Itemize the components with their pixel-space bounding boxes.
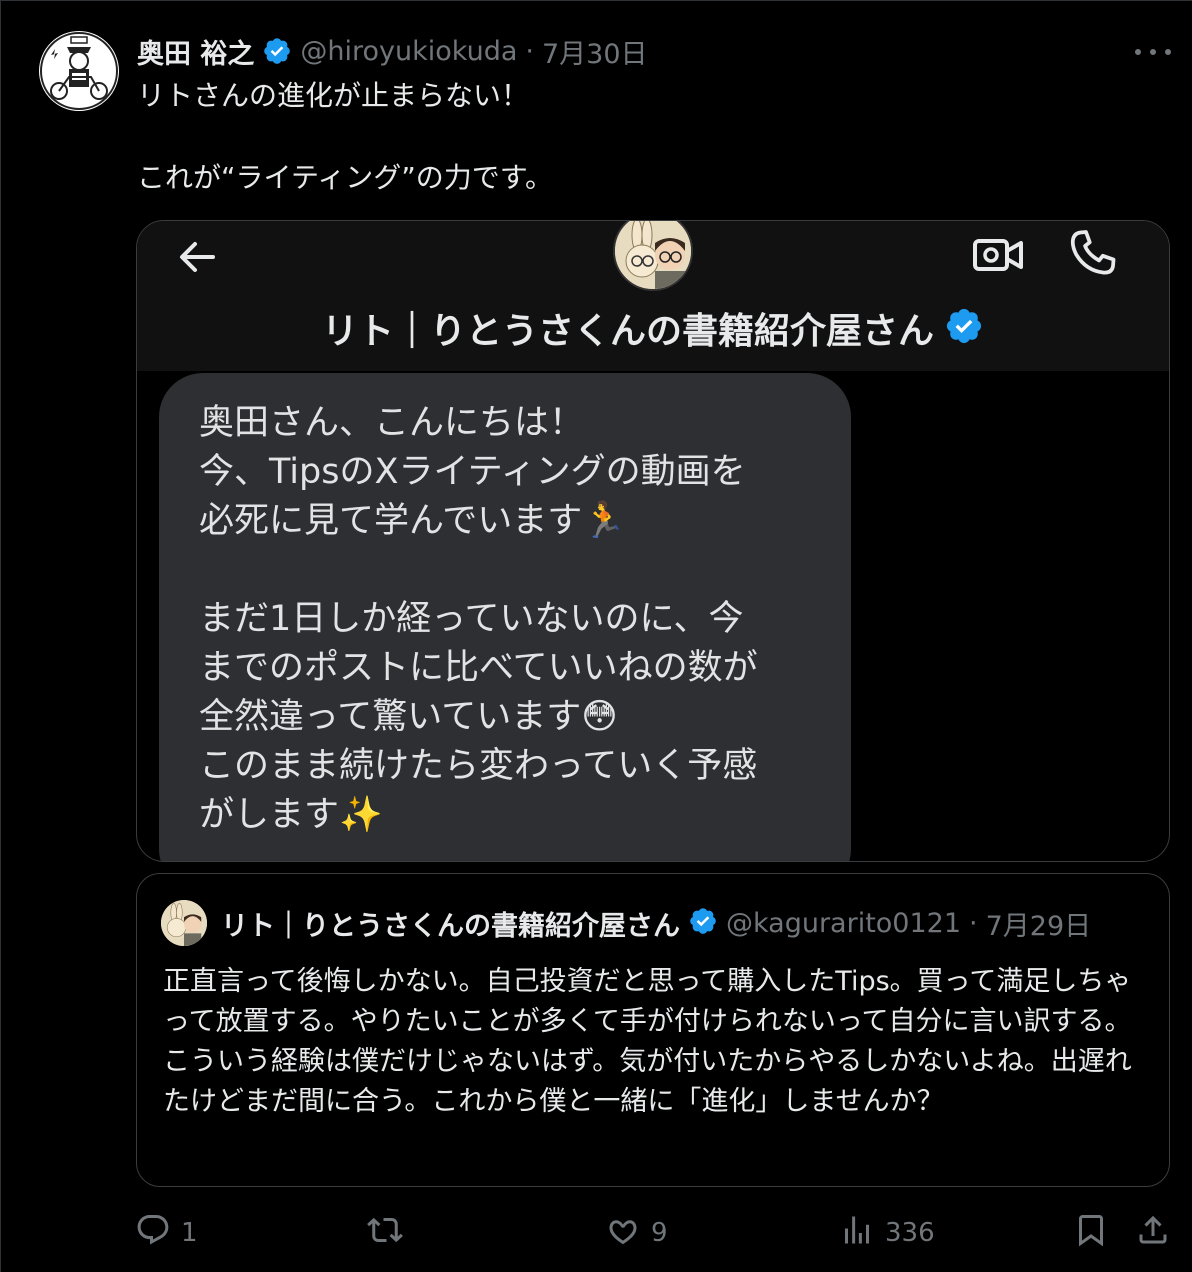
like-icon <box>605 1212 641 1255</box>
quoted-tweet-header: リト｜りとうさくんの書籍紹介屋さん @kagurarito0121 · 7月29… <box>161 900 1091 946</box>
tweet-date[interactable]: 7月30日 <box>542 32 648 71</box>
bookmark-icon <box>1073 1212 1109 1255</box>
action-bar: 1 9 336 <box>1 1207 1192 1259</box>
dm-header: リト｜りとうさくんの書籍紹介屋さん <box>137 221 1169 371</box>
header-separator: · <box>525 35 534 67</box>
bookmark-button[interactable] <box>1073 1207 1109 1259</box>
reply-icon <box>135 1212 171 1255</box>
dm-contact-name: リト｜りとうさくんの書籍紹介屋さん <box>321 311 934 352</box>
quoted-author-avatar <box>161 900 207 946</box>
dm-message-text: 奥田さん、こんにちは！ 今、TipsのXライティングの動画を 必死に見て学んでい… <box>199 403 758 835</box>
dm-contact-avatar <box>613 221 693 291</box>
like-count: 9 <box>651 1218 668 1248</box>
quoted-tweet-text: 正直言って後悔しかない。自己投資だと思って購入したTips。買って満足しちゃって… <box>163 966 1132 1117</box>
tweet-text: リトさんの進化が止まらない！ これが“ライティング”の力です。 <box>137 79 553 194</box>
quoted-header-separator: · <box>969 907 978 939</box>
back-arrow-icon <box>173 233 221 281</box>
share-button[interactable] <box>1135 1207 1171 1259</box>
video-call-icon <box>971 227 1025 281</box>
tweet: 奥田 裕之 @hiroyukiokuda · 7月30日 リトさんの進化が止まら… <box>0 0 1192 1272</box>
more-icon[interactable] <box>1135 37 1171 67</box>
views-icon <box>839 1212 875 1255</box>
author-avatar[interactable] <box>39 31 119 111</box>
view-count: 336 <box>885 1218 935 1248</box>
quoted-tweet-date: 7月29日 <box>985 910 1092 942</box>
reply-count: 1 <box>181 1218 198 1248</box>
verified-badge-icon <box>944 306 984 350</box>
reply-button[interactable]: 1 <box>135 1207 198 1259</box>
quoted-author-name: リト｜りとうさくんの書籍紹介屋さん <box>221 910 680 942</box>
repost-icon <box>367 1212 403 1255</box>
views-button[interactable]: 336 <box>839 1207 935 1259</box>
phone-icon <box>1065 225 1121 281</box>
author-handle[interactable]: @hiroyukiokuda <box>300 36 517 67</box>
quoted-author-handle: @kagurarito0121 <box>726 907 962 939</box>
author-name[interactable]: 奥田 裕之 <box>137 32 254 71</box>
like-button[interactable]: 9 <box>605 1207 668 1259</box>
dm-message-bubble: 奥田さん、こんにちは！ 今、TipsのXライティングの動画を 必死に見て学んでい… <box>159 373 851 861</box>
dm-contact-row: リト｜りとうさくんの書籍紹介屋さん <box>137 303 1169 353</box>
attached-image[interactable]: リト｜りとうさくんの書籍紹介屋さん 奥田さん、こんにちは！ 今、TipsのXライ… <box>136 220 1170 862</box>
share-icon <box>1135 1212 1171 1255</box>
verified-badge-icon <box>688 906 718 940</box>
verified-badge-icon <box>262 36 292 66</box>
tweet-header: 奥田 裕之 @hiroyukiokuda · 7月30日 <box>137 31 648 71</box>
repost-button[interactable] <box>367 1207 413 1259</box>
quoted-tweet[interactable]: リト｜りとうさくんの書籍紹介屋さん @kagurarito0121 · 7月29… <box>136 873 1170 1187</box>
